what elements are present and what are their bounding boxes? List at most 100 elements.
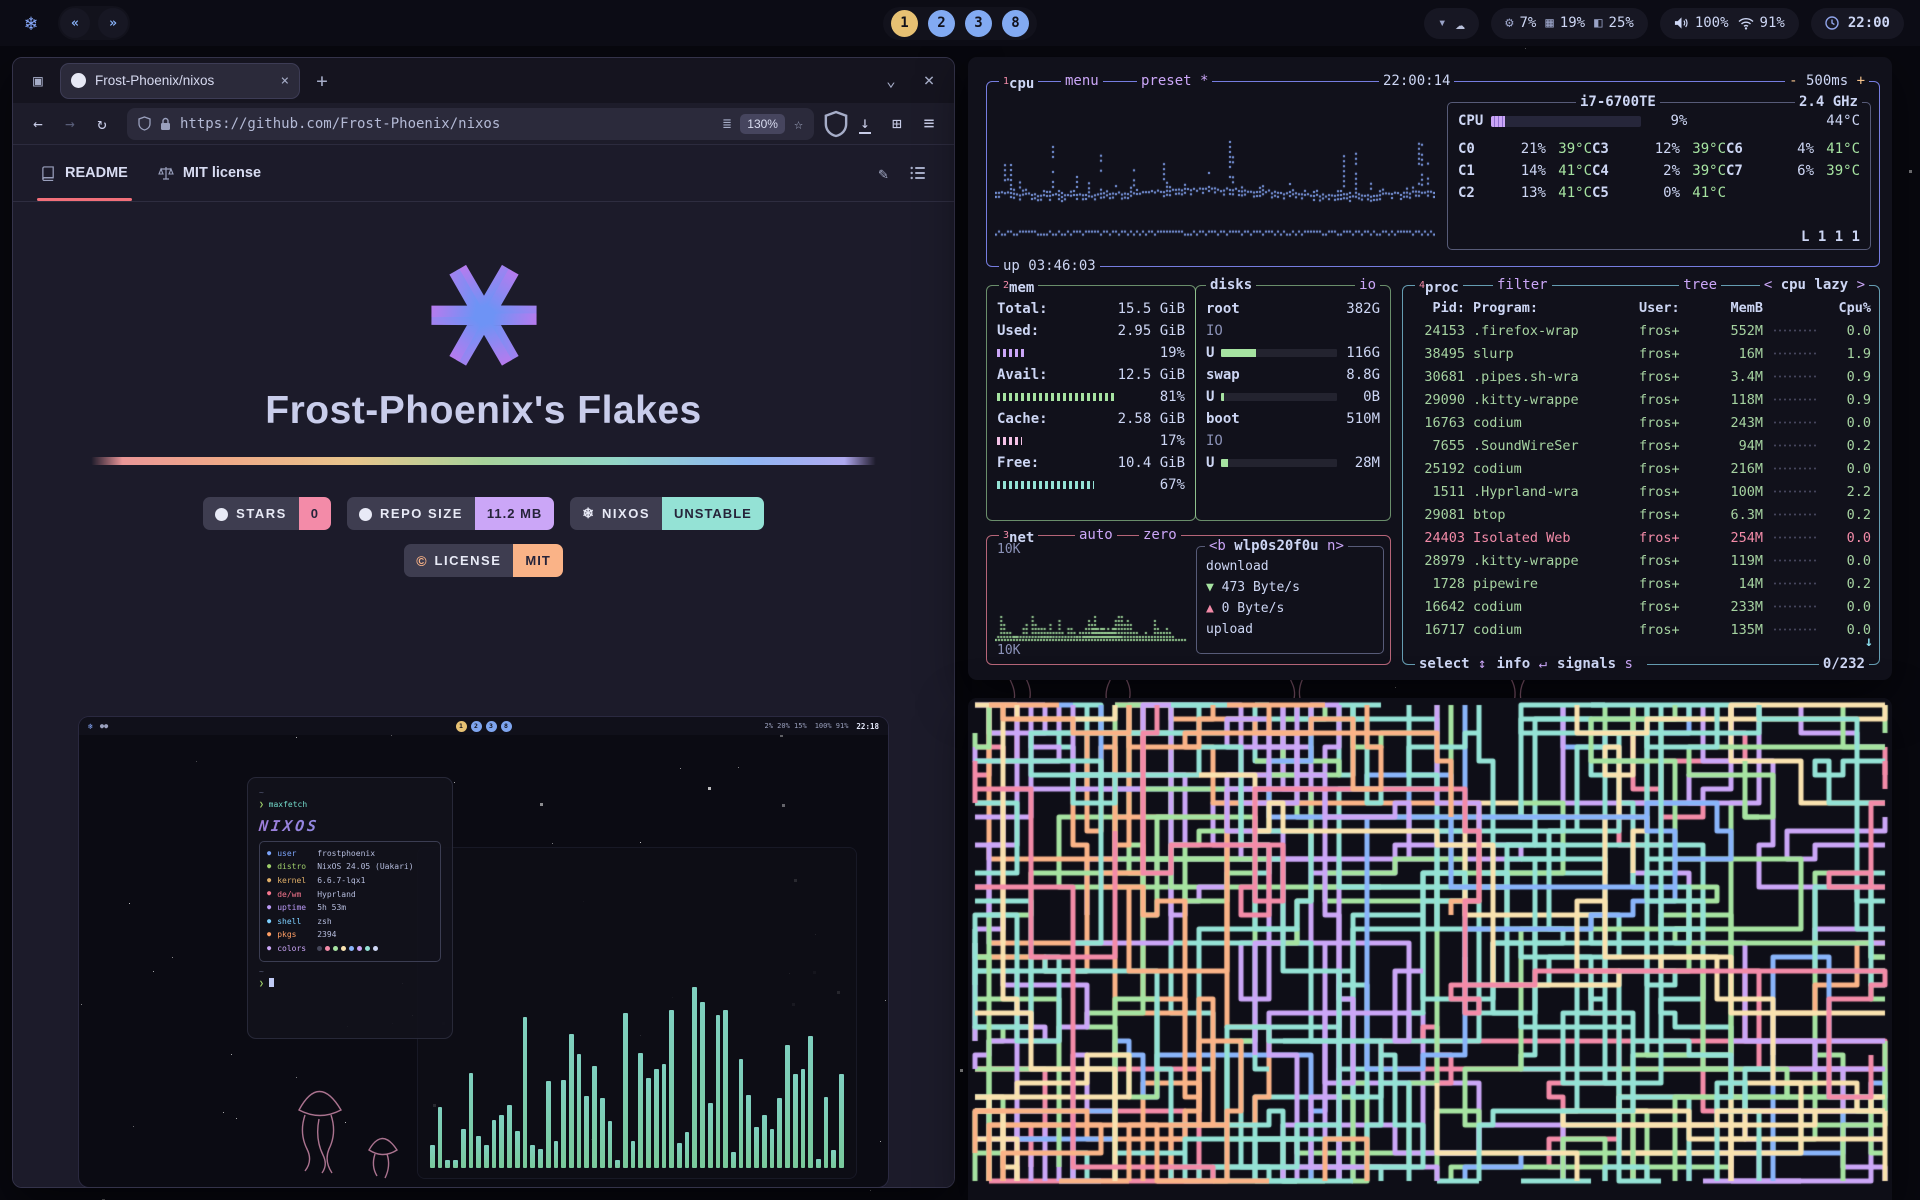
process-row[interactable]: 1511.Hyprland-wrafros+100M2.2 <box>1411 480 1871 503</box>
browser-tab[interactable]: Frost-Phoenix/nixos × <box>61 64 299 98</box>
visualizer-bar <box>685 1132 690 1168</box>
new-tab-button[interactable]: + <box>307 66 337 96</box>
visualizer-bar <box>716 1015 721 1168</box>
mem-box-title[interactable]: 2mem <box>999 277 1038 294</box>
fetch-row-distro: ●distroNixOS 24.05 (Uakari) <box>267 860 433 874</box>
process-row[interactable]: 28979.kitty-wrappefros+119M0.0 <box>1411 549 1871 572</box>
weather-widget[interactable]: ▾ ☁ <box>1424 8 1479 39</box>
badge-repo-size[interactable]: REPO SIZE11.2 MB <box>347 497 554 530</box>
net-scale-bottom: 10K <box>997 643 1020 658</box>
tab-close-icon[interactable]: × <box>281 73 289 89</box>
menu-hamburger-icon[interactable]: ≡ <box>914 109 944 139</box>
badge-stars[interactable]: STARS0 <box>203 497 331 530</box>
zoom-level-badge[interactable]: 130% <box>740 114 785 134</box>
net-interface-selector[interactable]: <b wlp0s20f0u n> <box>1205 538 1348 555</box>
proc-footer-select[interactable]: select ↕ <box>1419 656 1486 672</box>
proc-footer-info[interactable]: info ↵ <box>1496 656 1547 672</box>
visualizer-bar <box>461 1129 466 1168</box>
visualizer-bar <box>476 1136 481 1168</box>
reload-button[interactable]: ↻ <box>87 109 117 139</box>
palette-dot <box>325 946 330 951</box>
proc-header-row[interactable]: Pid: Program: User: MemB Cpu% <box>1411 296 1871 319</box>
uptime-label: up 03:46:03 <box>999 258 1100 275</box>
shield-icon[interactable] <box>138 116 151 131</box>
process-row[interactable]: 16717codiumfros+135M0.0 <box>1411 618 1871 641</box>
mini-workspace-2: 2 <box>471 721 482 732</box>
preset-button[interactable]: preset * <box>1137 73 1212 90</box>
workspace-2[interactable]: 2 <box>928 10 955 37</box>
process-row[interactable]: 38495slurpfros+16M1.9 <box>1411 342 1871 365</box>
clock-widget[interactable]: 22:00 <box>1811 8 1904 39</box>
address-bar[interactable]: https://github.com/Frost-Phoenix/nixos ≣… <box>127 108 814 140</box>
tracking-protection-icon[interactable] <box>824 109 848 139</box>
process-row[interactable]: 7655.SoundWireSerfros+94M0.2 <box>1411 434 1871 457</box>
extensions-icon[interactable]: ⊞ <box>882 109 912 139</box>
pipes-terminal <box>968 698 1892 1200</box>
net-scale-top: 10K <box>997 542 1020 557</box>
workspace-8[interactable]: 8 <box>1002 10 1029 37</box>
url-text[interactable]: https://github.com/Frost-Phoenix/nixos <box>180 116 714 132</box>
visualizer-bar <box>631 1141 636 1168</box>
badge-label: ©LICENSE <box>404 544 513 577</box>
gear-icon: ⚙ <box>1505 15 1513 31</box>
visualizer-bar <box>538 1149 543 1168</box>
readme-tab-bar: README MIT license ✎ <box>13 145 954 202</box>
mini-clock: 22:18 <box>856 722 879 731</box>
disks-box-title[interactable]: disks <box>1206 277 1256 294</box>
media-next-button[interactable]: » <box>98 8 128 38</box>
disks-io-mode[interactable]: io <box>1355 277 1380 294</box>
menu-button[interactable]: menu <box>1061 73 1103 90</box>
net-box: 3net auto zero 10K 10K <b wlp0s20f0u n> … <box>986 535 1391 665</box>
palette-dot <box>373 946 378 951</box>
edit-pencil-icon[interactable]: ✎ <box>878 164 888 183</box>
load-average: L 1 1 1 <box>1801 229 1860 245</box>
firefox-view-icon[interactable]: ▣ <box>23 66 53 96</box>
visualizer-bar <box>615 1160 620 1168</box>
net-zero-button[interactable]: zero <box>1139 527 1181 544</box>
visualizer-bar <box>546 1081 551 1168</box>
net-auto-button[interactable]: auto <box>1075 527 1117 544</box>
refresh-rate-control[interactable]: - 500ms + <box>1785 73 1869 90</box>
process-row[interactable]: 24153.firefox-wrapfros+552M0.0 <box>1411 319 1871 342</box>
back-button[interactable]: ← <box>23 109 53 139</box>
process-row[interactable]: 25192codiumfros+216M0.0 <box>1411 457 1871 480</box>
proc-sort-selector[interactable]: < cpu lazy > <box>1760 277 1869 294</box>
window-close-button[interactable]: × <box>914 66 944 96</box>
readme-screenshot: ❄ ●● 1238 2% 20% 15% 100% 91% 22:18 ~ ❯ … <box>79 717 888 1187</box>
tab-overflow-chevron-icon[interactable]: ⌄ <box>876 66 906 96</box>
outline-list-icon[interactable] <box>910 166 926 180</box>
cpu-detail-box: i7-6700TE 2.4 GHz CPU 9% 44°C C021%39°CC… <box>1447 102 1871 250</box>
process-row[interactable]: 29090.kitty-wrappefros+118M0.9 <box>1411 388 1871 411</box>
nixos-menu-icon[interactable]: ❄ <box>16 11 46 35</box>
audio-network-widget[interactable]: 100% 91% <box>1660 8 1799 39</box>
process-row[interactable]: 30681.pipes.sh-wrafros+3.4M0.9 <box>1411 365 1871 388</box>
workspace-3[interactable]: 3 <box>965 10 992 37</box>
badge-nixos[interactable]: ❄NIXOSUNSTABLE <box>570 497 764 530</box>
visualizer-bar <box>608 1121 613 1168</box>
downloads-icon[interactable]: ↓ <box>850 109 880 139</box>
rainbow-divider <box>91 457 876 465</box>
media-prev-button[interactable]: « <box>60 8 90 38</box>
github-icon <box>215 506 228 522</box>
proc-footer-signals[interactable]: signals s <box>1557 656 1633 672</box>
scroll-down-indicator[interactable]: ↓ <box>1865 634 1873 650</box>
process-row[interactable]: 24403Isolated Webfros+254M0.0 <box>1411 526 1871 549</box>
system-stats-widget[interactable]: ⚙7% ▦19% ◧25% <box>1491 8 1648 39</box>
tab-readme[interactable]: README <box>41 145 128 201</box>
bookmark-star-icon[interactable]: ☆ <box>794 109 803 139</box>
proc-filter-button[interactable]: filter <box>1493 277 1552 294</box>
forward-button[interactable]: → <box>55 109 85 139</box>
core-C6: C64%41°C <box>1726 141 1860 157</box>
process-row[interactable]: 16642codiumfros+233M0.0 <box>1411 595 1871 618</box>
process-row[interactable]: 1728pipewirefros+14M0.2 <box>1411 572 1871 595</box>
tab-mit-license[interactable]: MIT license <box>158 145 261 201</box>
workspace-1[interactable]: 1 <box>891 10 918 37</box>
reader-mode-icon[interactable]: ≣ <box>723 109 731 139</box>
badge-license[interactable]: ©LICENSEMIT <box>404 544 563 577</box>
visualizer-bar <box>808 1036 813 1168</box>
proc-tree-button[interactable]: tree <box>1679 277 1721 294</box>
proc-box-title[interactable]: 4proc <box>1415 277 1463 294</box>
process-row[interactable]: 16763codiumfros+243M0.0 <box>1411 411 1871 434</box>
cpu-box-title[interactable]: 1cpu <box>999 73 1038 90</box>
process-row[interactable]: 29081btopfros+6.3M0.2 <box>1411 503 1871 526</box>
